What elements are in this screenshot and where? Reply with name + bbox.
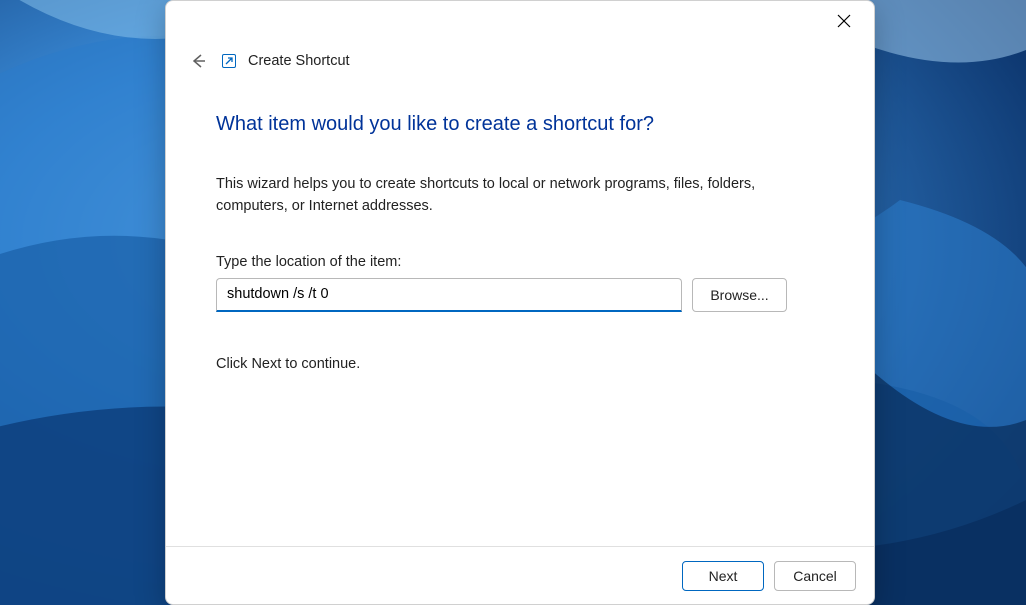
create-shortcut-dialog: Create Shortcut What item would you like… — [165, 0, 875, 605]
next-button[interactable]: Next — [682, 561, 764, 591]
cancel-button[interactable]: Cancel — [774, 561, 856, 591]
titlebar — [166, 1, 874, 41]
shortcut-overlay-icon — [222, 54, 236, 68]
window-title: Create Shortcut — [248, 53, 350, 69]
wizard-description: This wizard helps you to create shortcut… — [216, 174, 776, 218]
back-arrow-icon — [189, 52, 207, 70]
close-icon — [837, 14, 851, 28]
back-button[interactable] — [186, 49, 210, 73]
browse-button[interactable]: Browse... — [692, 278, 787, 312]
close-button[interactable] — [826, 5, 862, 37]
location-input[interactable] — [216, 278, 682, 312]
dialog-footer: Next Cancel — [166, 546, 874, 604]
location-input-row: Browse... — [216, 278, 824, 312]
header-row: Create Shortcut — [166, 41, 874, 73]
page-heading: What item would you like to create a sho… — [216, 113, 824, 136]
continue-instruction: Click Next to continue. — [216, 356, 824, 372]
dialog-content: What item would you like to create a sho… — [166, 73, 874, 546]
location-label: Type the location of the item: — [216, 254, 824, 270]
